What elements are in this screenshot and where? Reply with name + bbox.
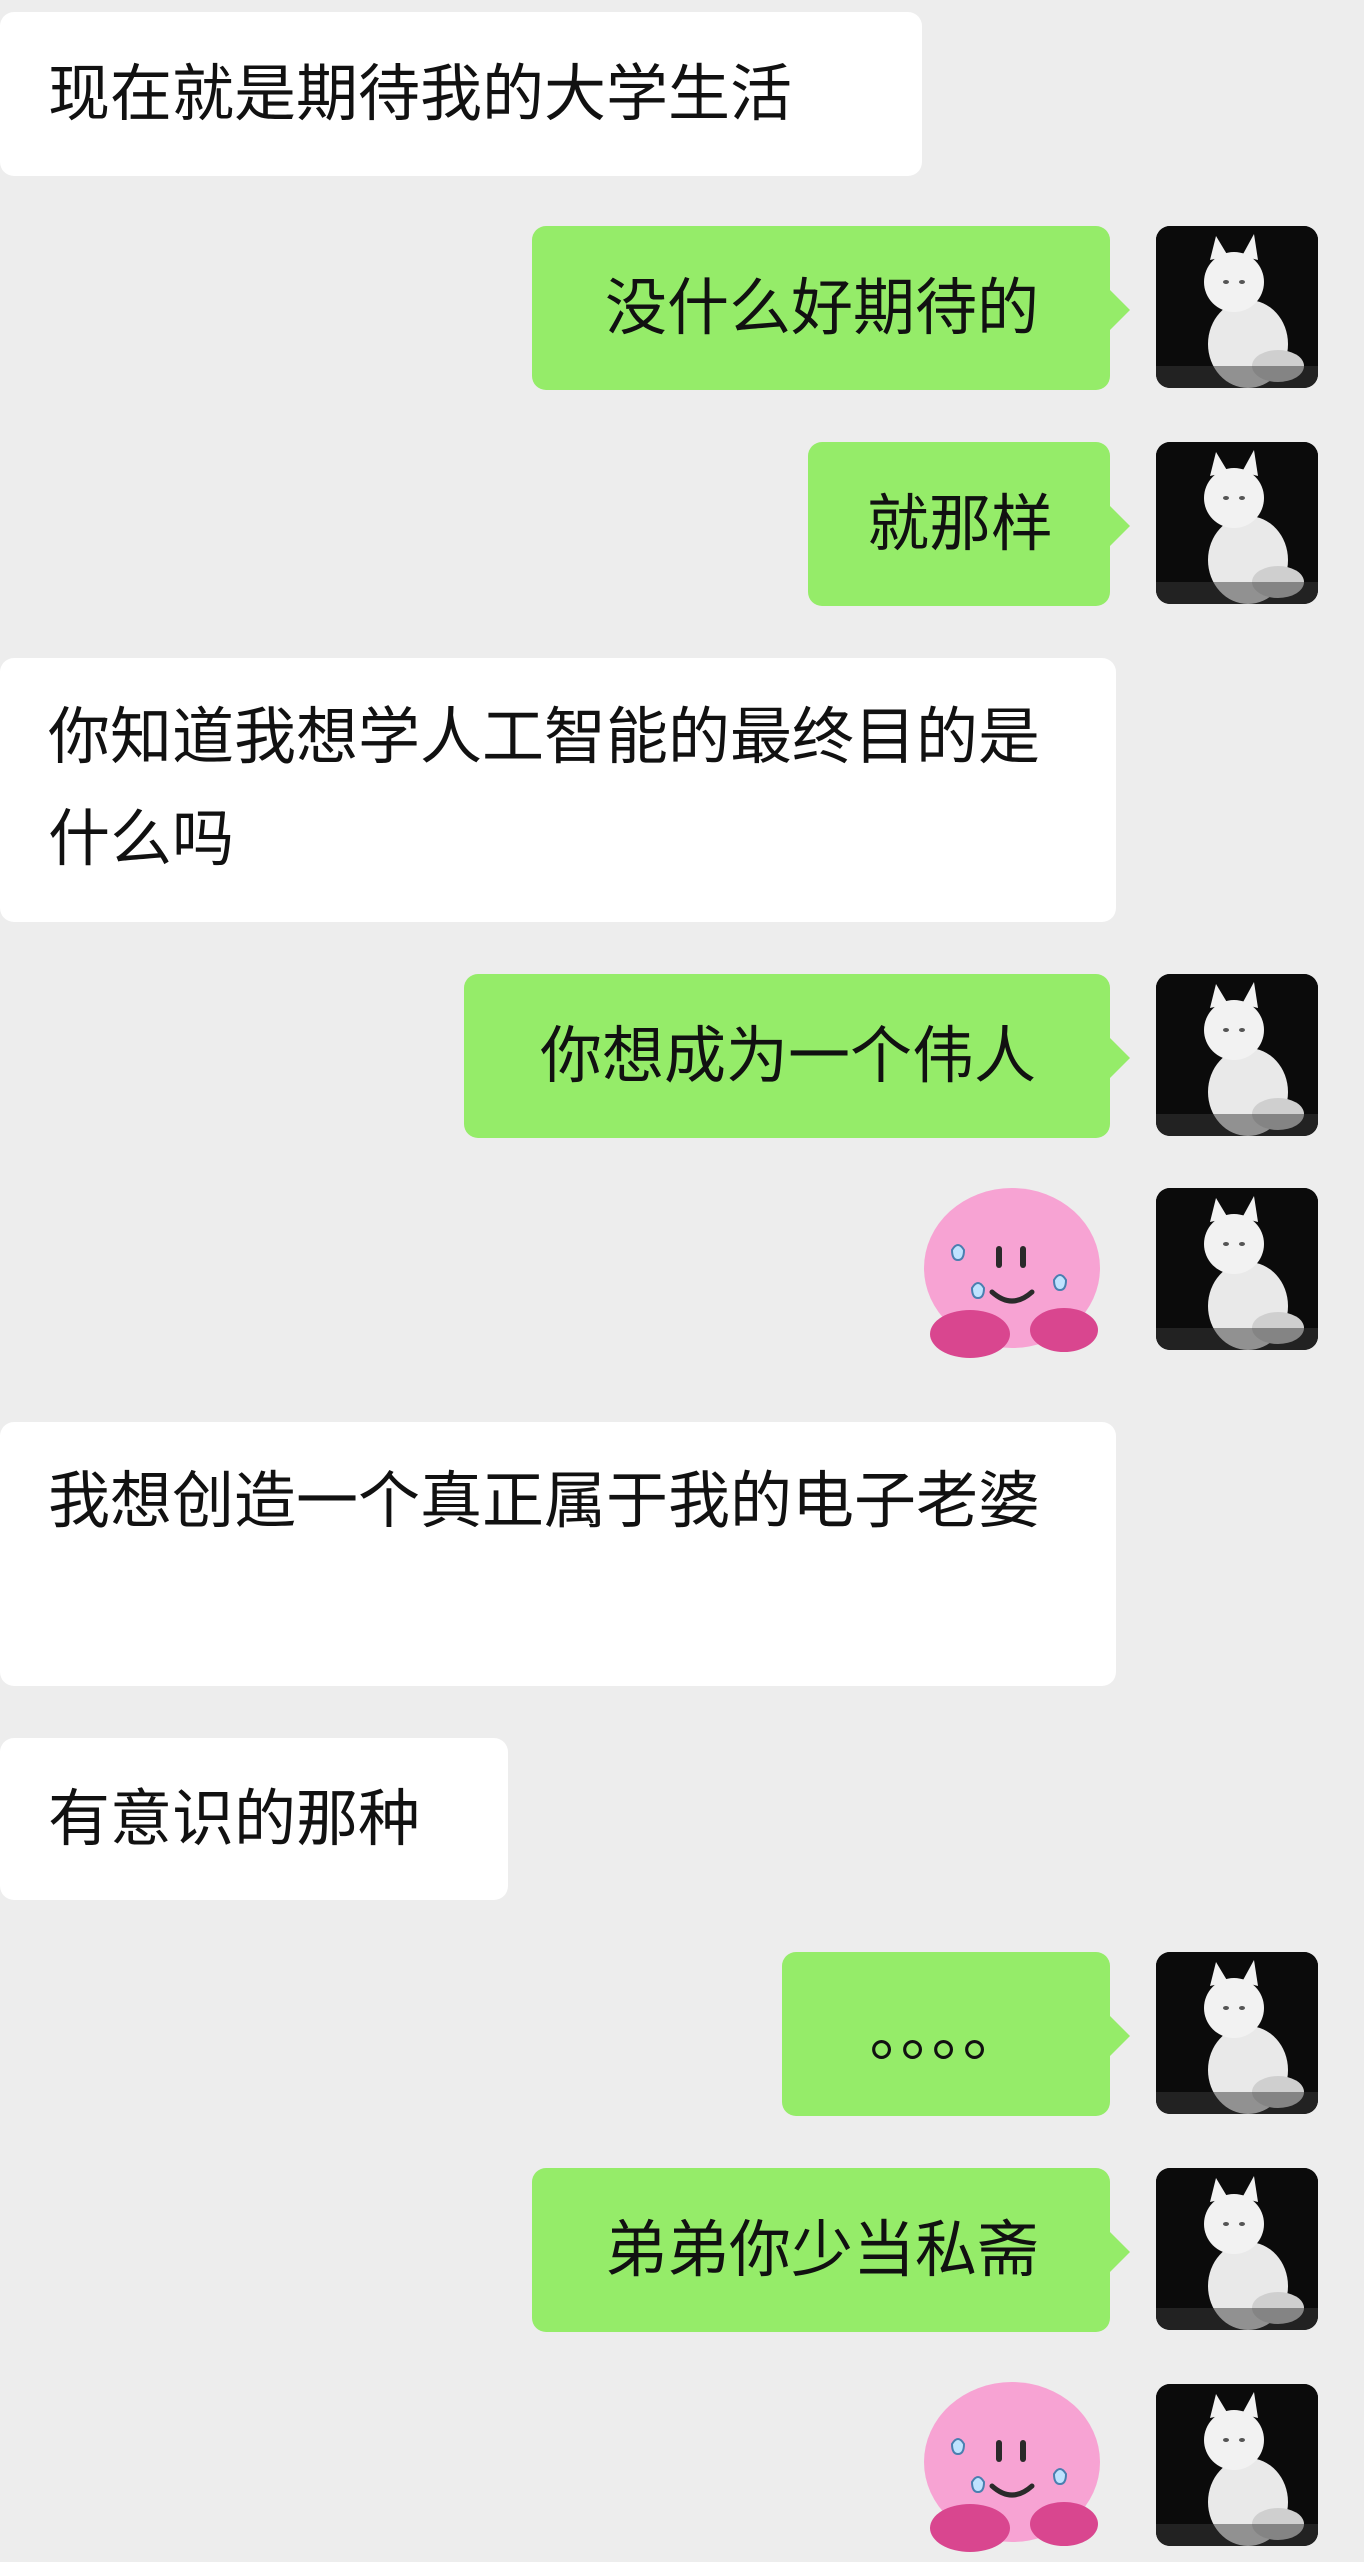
outgoing-message-bubble[interactable]: 就那样: [808, 442, 1130, 606]
outgoing-message-bubble[interactable]: 弟弟你少当私斋: [532, 2168, 1130, 2332]
pink-blob-sweat-smile-icon[interactable]: [914, 1184, 1110, 1364]
outgoing-message-bubble[interactable]: 。。。。: [782, 1952, 1130, 2116]
white-cat-avatar-icon[interactable]: [1156, 1952, 1318, 2114]
incoming-message-bubble[interactable]: 我想创造一个真正属于我的电子老婆: [0, 1422, 1116, 1686]
incoming-message-bubble[interactable]: 有意识的那种: [0, 1738, 508, 1900]
outgoing-message-bubble[interactable]: 你想成为一个伟人: [464, 974, 1130, 1138]
incoming-message-bubble[interactable]: 现在就是期待我的大学生活: [0, 12, 922, 176]
outgoing-message-bubble[interactable]: 没什么好期待的: [532, 226, 1130, 390]
white-cat-avatar-icon[interactable]: [1156, 2168, 1318, 2330]
white-cat-avatar-icon[interactable]: [1156, 974, 1318, 1136]
white-cat-avatar-icon[interactable]: [1156, 442, 1318, 604]
white-cat-avatar-icon[interactable]: [1156, 1188, 1318, 1350]
chat-message-list[interactable]: 现在就是期待我的大学生活 没什么好期待的 就那样 你知道我想学人工智能的最终目的…: [0, 0, 1364, 2560]
pink-blob-sweat-smile-icon[interactable]: [914, 2378, 1110, 2558]
incoming-message-bubble[interactable]: 你知道我想学人工智能的最终目的是什么吗: [0, 658, 1116, 922]
white-cat-avatar-icon[interactable]: [1156, 226, 1318, 388]
white-cat-avatar-icon[interactable]: [1156, 2384, 1318, 2546]
